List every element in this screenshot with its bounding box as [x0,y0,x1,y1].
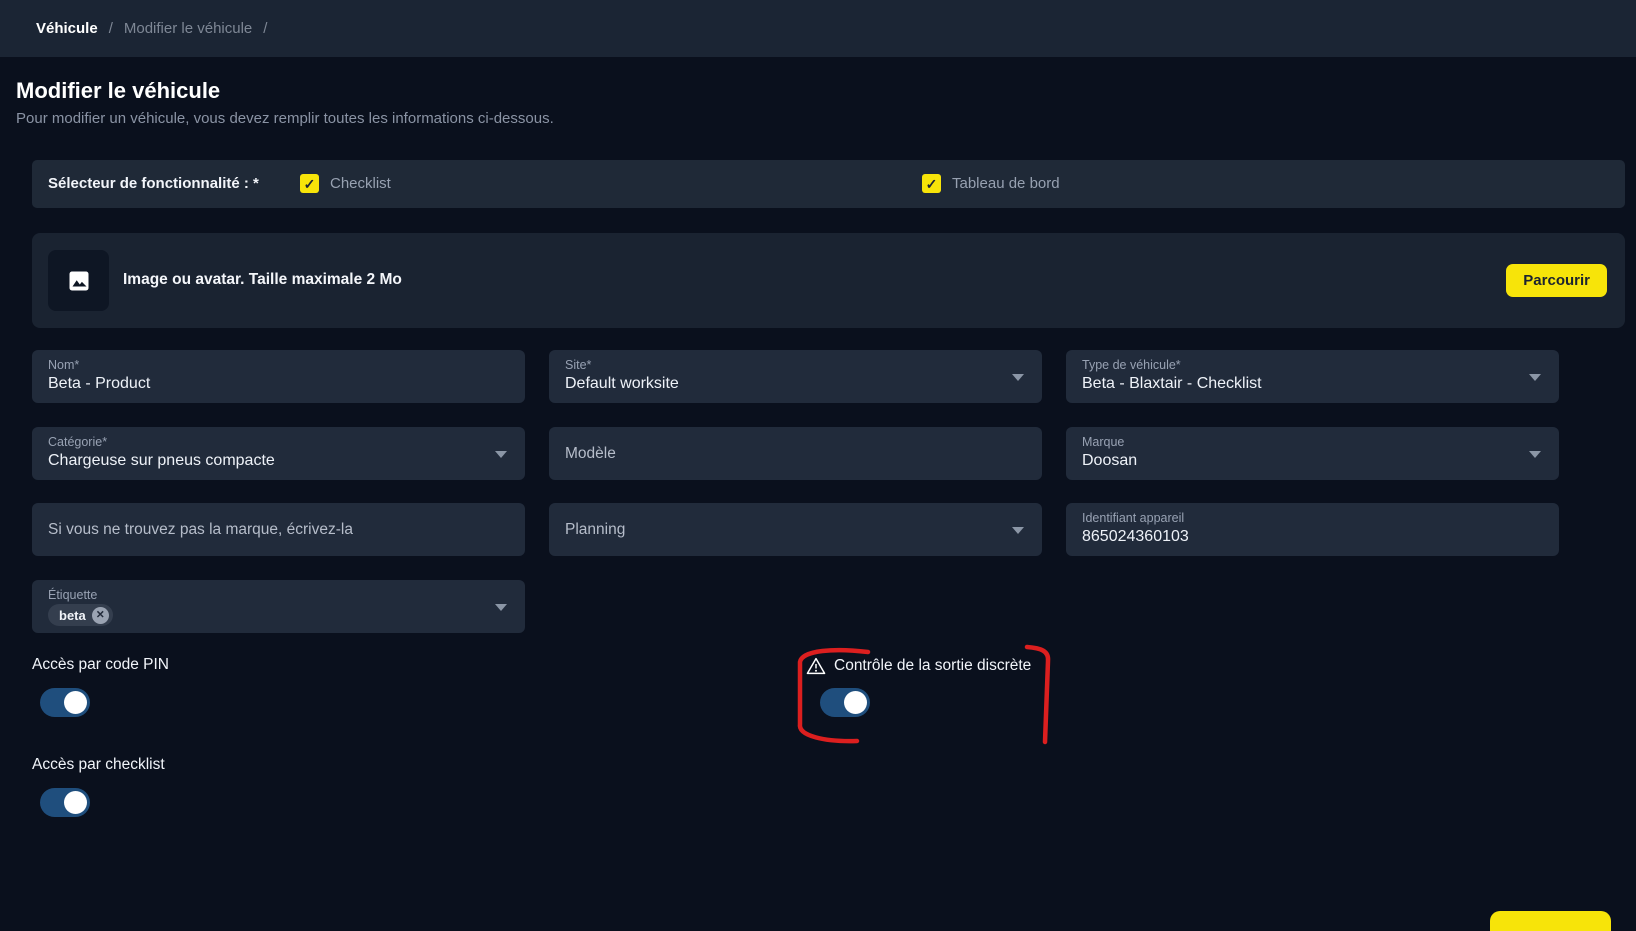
image-upload-card: Image ou avatar. Taille maximale 2 Mo Pa… [32,233,1625,328]
toggle-knob [64,691,87,714]
checkbox-tableau-de-bord[interactable]: ✓ [922,174,941,193]
chevron-down-icon [495,451,507,458]
sortie-discrete-toggle-label: Contrôle de la sortie discrète [834,657,1031,675]
checklist-toggle-label: Accès par checklist [32,756,165,774]
pin-toggle-label: Accès par code PIN [32,656,169,674]
toggle-knob [64,791,87,814]
page-title: Modifier le véhicule [16,78,220,104]
chevron-down-icon [1529,374,1541,381]
site-select[interactable]: Site* Default worksite [549,350,1042,403]
breadcrumb-item-vehicule[interactable]: Véhicule [36,20,98,37]
breadcrumb-separator: / [263,20,267,37]
breadcrumb: Véhicule / Modifier le véhicule / [0,0,1636,57]
identifiant-value: 865024360103 [1082,528,1543,546]
etiquette-label: Étiquette [48,588,509,602]
marque-value: Doosan [1082,452,1543,470]
etiquette-select[interactable]: Étiquette beta ✕ [32,580,525,633]
chevron-down-icon [1012,374,1024,381]
identifiant-label: Identifiant appareil [1082,511,1543,525]
image-icon [67,269,91,293]
categorie-label: Catégorie* [48,435,509,449]
etiquette-chip: beta ✕ [48,604,113,626]
breadcrumb-separator: / [109,20,113,37]
check-icon: ✓ [926,177,938,191]
image-placeholder [48,250,109,311]
categorie-select[interactable]: Catégorie* Chargeuse sur pneus compacte [32,427,525,480]
site-value: Default worksite [565,375,1026,393]
categorie-value: Chargeuse sur pneus compacte [48,452,509,470]
planning-placeholder: Planning [565,521,625,539]
checkbox-checklist[interactable]: ✓ [300,174,319,193]
chevron-down-icon [1012,527,1024,534]
checklist-toggle[interactable] [40,788,90,817]
page-subtitle: Pour modifier un véhicule, vous devez re… [16,110,554,127]
type-vehicule-select[interactable]: Type de véhicule* Beta - Blaxtair - Chec… [1066,350,1559,403]
chip-remove-button[interactable]: ✕ [92,607,109,624]
chevron-down-icon [495,604,507,611]
browse-button[interactable]: Parcourir [1506,264,1607,297]
etiquette-chip-text: beta [59,608,86,623]
modele-input[interactable]: Modèle [549,427,1042,480]
close-icon: ✕ [96,610,105,621]
checkbox-tableau-de-bord-label[interactable]: Tableau de bord [952,175,1060,192]
feature-selector-bar: Sélecteur de fonctionnalité : * ✓ Checkl… [32,160,1625,208]
nom-value: Beta - Product [48,375,509,393]
type-vehicule-value: Beta - Blaxtair - Checklist [1082,375,1543,393]
upload-hint: Image ou avatar. Taille maximale 2 Mo [123,271,402,289]
site-label: Site* [565,358,1026,372]
check-icon: ✓ [304,177,316,191]
feature-selector-label: Sélecteur de fonctionnalité : * [48,175,259,192]
sortie-discrete-toggle[interactable] [820,688,870,717]
breadcrumb-item-modifier: Modifier le véhicule [124,20,252,37]
pin-toggle[interactable] [40,688,90,717]
marque-libre-placeholder: Si vous ne trouvez pas la marque, écrive… [48,521,353,539]
chevron-down-icon [1529,451,1541,458]
identifiant-field[interactable]: Identifiant appareil 865024360103 [1066,503,1559,556]
toggle-knob [844,691,867,714]
modele-placeholder: Modèle [565,445,616,463]
marque-libre-input[interactable]: Si vous ne trouvez pas la marque, écrive… [32,503,525,556]
marque-select[interactable]: Marque Doosan [1066,427,1559,480]
nom-field[interactable]: Nom* Beta - Product [32,350,525,403]
checkbox-checklist-label[interactable]: Checklist [330,175,391,192]
bottom-action-button[interactable] [1490,911,1611,931]
marque-label: Marque [1082,435,1543,449]
warning-icon [806,657,826,675]
type-vehicule-label: Type de véhicule* [1082,358,1543,372]
planning-select[interactable]: Planning [549,503,1042,556]
nom-label: Nom* [48,358,509,372]
